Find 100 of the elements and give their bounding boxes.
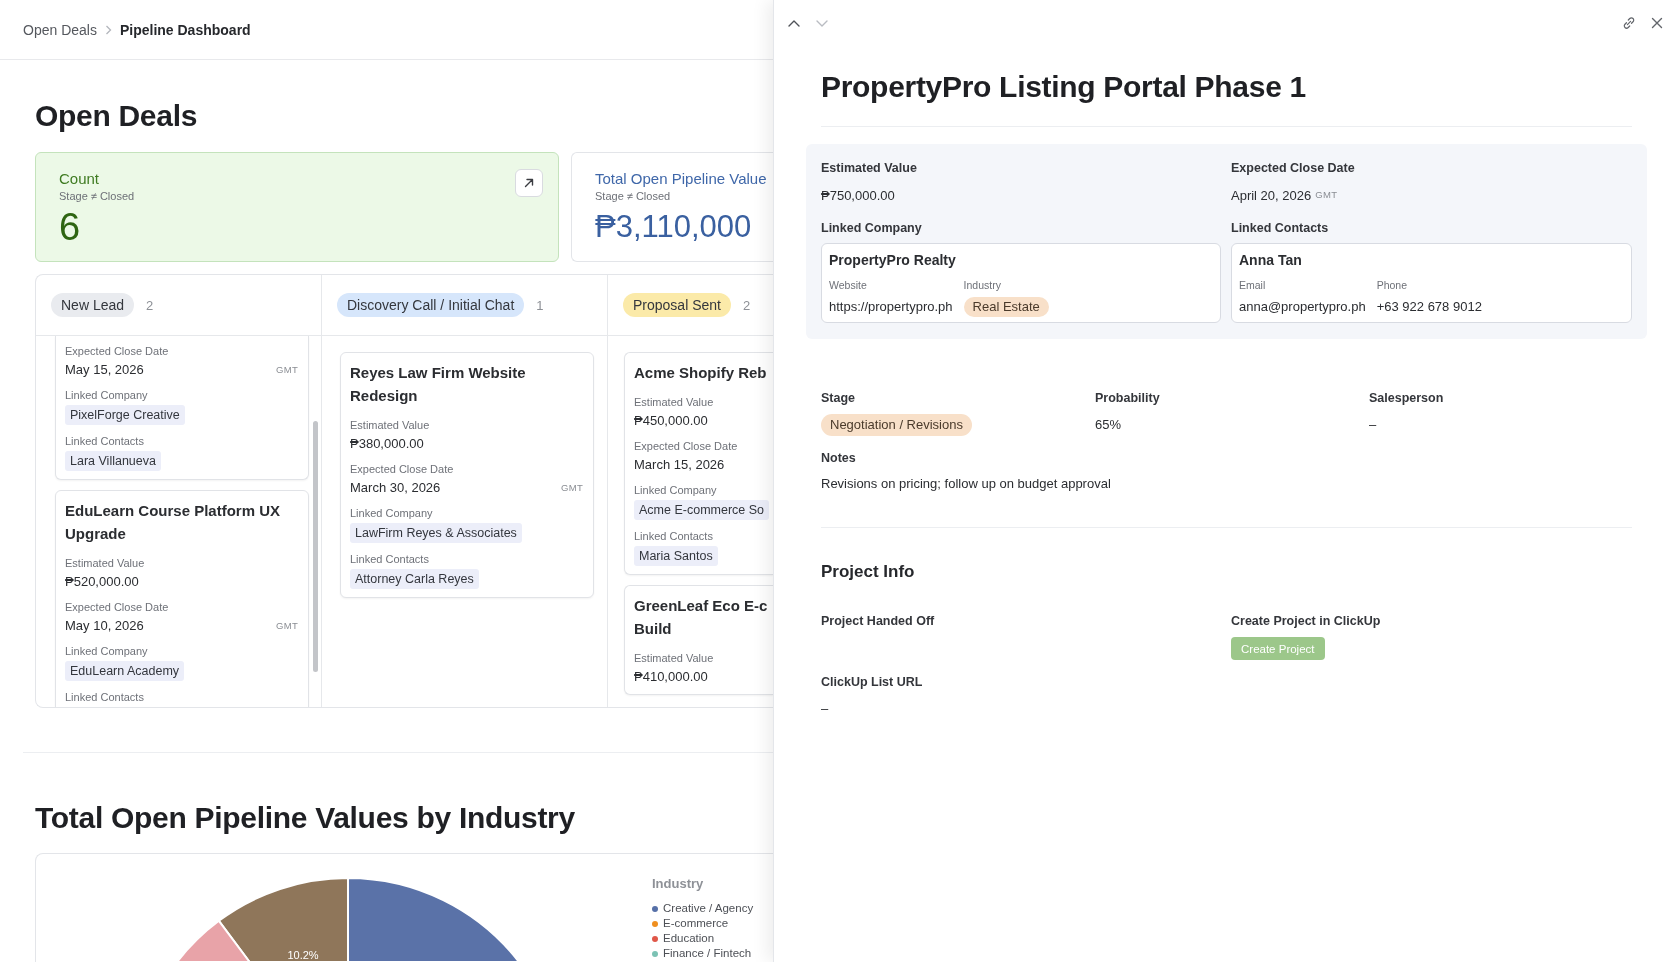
scrollbar-thumb[interactable] <box>313 421 318 672</box>
notes-text: Revisions on pricing; follow up on budget approval <box>821 475 1112 493</box>
chevron-right-icon <box>104 24 112 35</box>
deal-title: EduLearn Course Platform UX Upgrade <box>65 501 282 544</box>
field-label: Email <box>1239 279 1267 291</box>
close-icon[interactable] <box>1651 17 1663 29</box>
deal-card[interactable]: EduLearn Course Platform UX Upgrade Estimated Value ₱520,000.00 Expected Close Date May 10, 2026 GMT Linked Company EduLearn Academy Linked Contacts <box>55 490 309 707</box>
linked-record-tag[interactable]: EduLearn Academy <box>65 661 185 681</box>
legend-label[interactable]: Creative / Agency <box>663 901 754 916</box>
stage-count: 2 <box>742 297 751 313</box>
linked-record-tag[interactable]: LawFirm Reyes & Associates <box>350 523 522 543</box>
chevron-up-icon[interactable] <box>788 18 800 28</box>
field-label: Expected Close Date <box>634 439 739 453</box>
record-name: Anna Tan <box>1239 251 1303 269</box>
field-value: ₱750,000.00 <box>821 187 895 205</box>
field-value: ₱520,000.00 <box>65 573 139 591</box>
field-label: Linked Contacts <box>65 690 145 704</box>
timezone-label: GMT <box>276 620 298 632</box>
field-value: ₱410,000.00 <box>634 668 708 686</box>
field-value: March 30, 2026 <box>350 479 441 497</box>
linked-record-card[interactable]: PropertyPro Realty Website https://propertypro.ph Industry Real Estate <box>821 243 1221 323</box>
stat-title: Total Open Pipeline Value <box>595 169 767 189</box>
field-label: Expected Close Date <box>350 462 455 476</box>
timezone-label: GMT <box>276 364 298 376</box>
field-value: May 15, 2026 <box>65 361 144 379</box>
field-value: https://propertypro.ph <box>829 298 953 316</box>
field-value: +63 922 678 9012 <box>1376 298 1482 316</box>
field-label: Linked Contacts <box>65 434 145 448</box>
stage-count: 2 <box>146 297 154 313</box>
field-label: Linked Contacts <box>634 529 714 543</box>
deal-card[interactable]: Expected Close Date May 15, 2026 GMT Linked Company PixelForge Creative Linked Contacts Lara Villanueva <box>55 336 309 480</box>
field-label: Notes <box>821 450 857 466</box>
legend-label[interactable]: E-commerce <box>663 916 729 931</box>
field-value: – <box>821 700 830 718</box>
chart-title: Total Open Pipeline Values by Industry <box>35 800 576 836</box>
stage-tag: Proposal Sent <box>623 293 731 317</box>
field-label: Probability <box>1095 390 1161 406</box>
field-label: Estimated Value <box>634 395 715 409</box>
stat-filter: Stage ≠ Closed <box>595 189 672 203</box>
deal-title: Reyes Law Firm Website Redesign <box>350 363 527 406</box>
field-label: Linked Company <box>65 644 149 658</box>
link-icon[interactable] <box>1622 16 1636 30</box>
field-label: Linked Company <box>350 506 434 520</box>
field-value: ₱380,000.00 <box>350 435 424 453</box>
field-label: Linked Company <box>634 483 718 497</box>
legend-label[interactable]: Finance / Fintech <box>663 946 752 961</box>
stat-title: Count <box>59 169 101 189</box>
field-value: April 20, 2026 <box>1231 187 1312 205</box>
linked-record-tag[interactable]: Acme E-commerce So <box>634 500 770 520</box>
record-name: PropertyPro Realty <box>829 251 957 269</box>
field-label: Salesperson <box>1369 390 1445 406</box>
deal-card[interactable]: GreenLeaf Eco E-c Build Estimated Value ₱410,000.00 <box>624 585 773 695</box>
deal-title: GreenLeaf Eco E-c Build <box>634 596 769 639</box>
timezone-label: GMT <box>561 482 583 494</box>
field-label: Linked Contacts <box>1231 220 1330 236</box>
field-value: May 10, 2026 <box>65 617 144 635</box>
breadcrumb-item[interactable]: Open Deals <box>23 20 97 39</box>
page-title: Open Deals <box>35 98 199 134</box>
field-label: Linked Company <box>65 388 149 402</box>
legend-title: Industry <box>652 876 705 892</box>
field-label: Website <box>829 279 868 291</box>
industry-tag: Real Estate <box>963 297 1049 317</box>
field-label: Linked Company <box>821 220 923 236</box>
field-value: March 15, 2026 <box>634 456 725 474</box>
stat-filter: Stage ≠ Closed <box>59 189 135 203</box>
linked-record-card[interactable]: Anna Tan Email anna@propertypro.ph Phone +63 922 678 9012 <box>1231 243 1632 323</box>
legend-label[interactable]: Education <box>663 931 715 946</box>
field-value: – <box>1369 416 1377 434</box>
record-title: PropertyPro Listing Portal Phase 1 <box>821 69 1632 127</box>
stage-tag: New Lead <box>51 293 135 317</box>
stage-tag: Discovery Call / Initial Chat <box>337 293 525 317</box>
field-label: Expected Close Date <box>1231 160 1356 176</box>
field-label: Estimated Value <box>634 651 715 665</box>
field-label: Phone <box>1376 279 1409 291</box>
field-value: 65% <box>1095 416 1122 434</box>
timezone-label: GMT <box>1315 189 1338 200</box>
stage-tag: Negotiation / Revisions <box>821 414 972 436</box>
field-label: ClickUp List URL <box>821 674 924 690</box>
linked-record-tag[interactable]: Lara Villanueva <box>65 451 161 471</box>
breadcrumb-item: Pipeline Dashboard <box>119 20 251 39</box>
linked-record-tag[interactable]: PixelForge Creative <box>65 405 185 425</box>
field-label: Estimated Value <box>821 160 918 176</box>
stage-count: 1 <box>536 297 544 313</box>
section-title: Project Info <box>821 561 916 583</box>
linked-record-tag[interactable]: Maria Santos <box>634 546 718 566</box>
linked-record-tag[interactable]: Attorney Carla Reyes <box>350 569 479 589</box>
stat-value: ₱3,110,000 <box>595 208 753 246</box>
field-label: Expected Close Date <box>65 344 170 358</box>
expand-button[interactable] <box>515 169 543 197</box>
deal-card[interactable]: Reyes Law Firm Website Redesign Estimated Value ₱380,000.00 Expected Close Date March 30, 2026 GMT Linked Company LawFirm Reyes & Associates Linked Contacts Attorney Carla Reyes <box>340 352 594 598</box>
field-value: anna@propertypro.ph <box>1239 298 1366 316</box>
arrow-up-right-icon <box>523 177 535 189</box>
field-label: Estimated Value <box>350 418 431 432</box>
field-label: Linked Contacts <box>350 552 430 566</box>
stat-value: 6 <box>59 205 82 249</box>
field-label: Project Handed Off <box>821 613 936 629</box>
field-label: Industry <box>963 279 1002 291</box>
field-label: Estimated Value <box>65 556 146 570</box>
deal-card[interactable]: Acme Shopify Reb Estimated Value ₱450,000.00 Expected Close Date March 15, 2026 Linked Company Acme E-commerce So Linked Contacts Maria Santos <box>624 352 773 575</box>
slice-label: 10.2% <box>287 949 319 961</box>
